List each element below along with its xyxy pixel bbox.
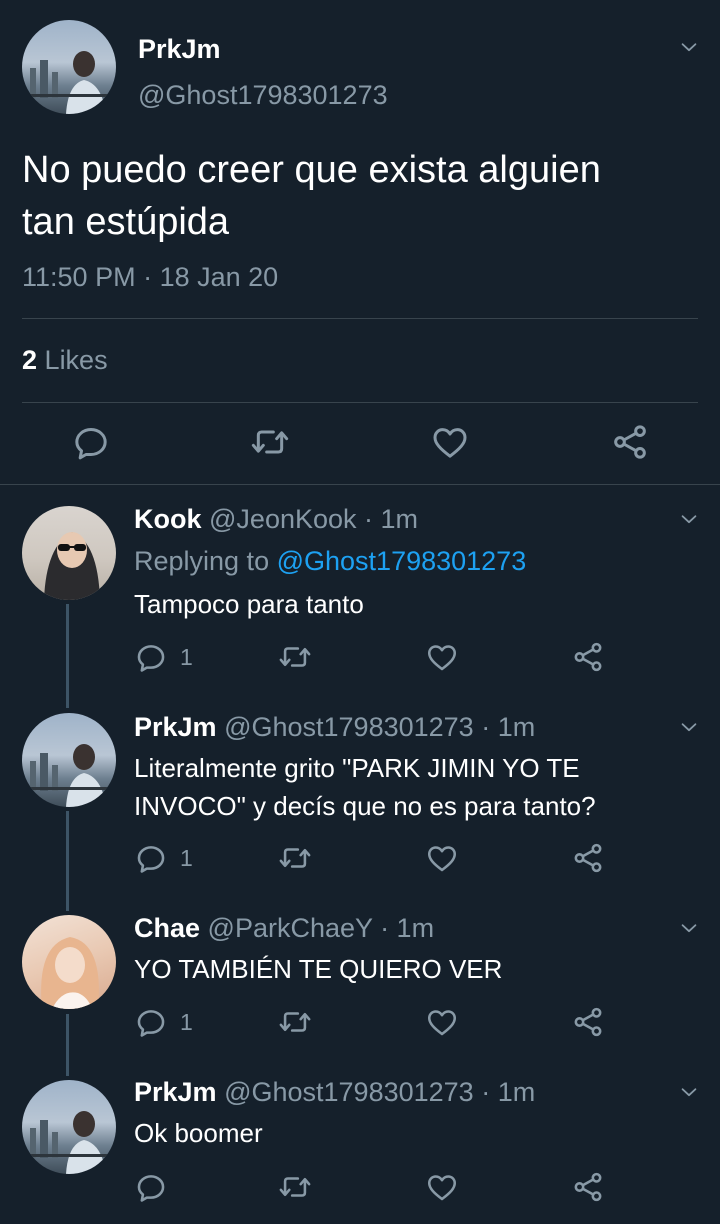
reply-header: Chae @ParkChaeY · 1m — [134, 913, 434, 944]
reply-text-line: Ok boomer — [134, 1118, 263, 1148]
replying-handle-link[interactable]: @Ghost1798301273 — [277, 546, 527, 576]
chevron-down-icon[interactable] — [678, 36, 700, 58]
user-handle[interactable]: @Ghost1798301273 — [224, 1077, 474, 1107]
user-handle[interactable]: @Ghost1798301273 — [224, 712, 474, 742]
tweet-time: 11:50 PM — [22, 262, 136, 292]
display-name[interactable]: PrkJm — [138, 34, 221, 65]
reply-icon[interactable] — [134, 1005, 168, 1039]
reply-time: · 1m — [481, 712, 536, 742]
likes-stat[interactable]: 2 Likes — [22, 345, 108, 376]
thread-line — [66, 604, 69, 708]
likes-count: 2 — [22, 345, 38, 375]
reply-header: PrkJm @Ghost1798301273 · 1m — [134, 712, 535, 743]
thread-line — [66, 1014, 69, 1076]
reply-icon[interactable] — [134, 640, 168, 674]
reply-action[interactable]: 1 — [134, 1005, 193, 1039]
reply-time: · 1m — [380, 913, 435, 943]
tweet-date: 18 Jan 20 — [159, 262, 279, 292]
tweet-timestamp: 11:50 PM · 18 Jan 20 — [22, 262, 278, 293]
share-icon[interactable] — [571, 841, 605, 875]
divider — [22, 318, 698, 319]
reply-action[interactable]: 1 — [134, 640, 193, 674]
heart-icon[interactable] — [425, 1170, 459, 1204]
reply-text-line: INVOCO" y decís que no es para tanto? — [134, 791, 596, 821]
reply-text: Ok boomer — [134, 1114, 674, 1152]
retweet-icon[interactable] — [278, 1005, 312, 1039]
reply-count: 1 — [180, 1008, 193, 1035]
share-icon[interactable] — [571, 1170, 605, 1204]
reply-count: 1 — [180, 844, 193, 871]
tweet-text: No puedo creer que exista alguien tan es… — [22, 144, 702, 248]
share-icon[interactable] — [571, 1005, 605, 1039]
heart-icon[interactable] — [425, 841, 459, 875]
reply-icon[interactable] — [134, 1170, 168, 1204]
display-name[interactable]: PrkJm — [134, 1077, 217, 1107]
reply-time: · 1m — [364, 504, 419, 534]
retweet-icon[interactable] — [278, 640, 312, 674]
reply-header: PrkJm @Ghost1798301273 · 1m — [134, 1077, 535, 1108]
reply-icon[interactable] — [71, 422, 111, 462]
reply-text-line: YO TAMBIÉN TE QUIERO VER — [134, 954, 503, 984]
replying-to: Replying to @Ghost1798301273 — [134, 546, 526, 577]
reply-header: Kook @JeonKook · 1m — [134, 504, 418, 535]
reply-action[interactable]: 1 — [134, 841, 193, 875]
avatar[interactable] — [22, 915, 116, 1009]
retweet-icon[interactable] — [250, 422, 290, 462]
user-handle[interactable]: @ParkChaeY — [208, 913, 373, 943]
reply-time: · 1m — [481, 1077, 536, 1107]
reply-text-line: Tampoco para tanto — [134, 589, 364, 619]
reply-text: Literalmente grito "PARK JIMIN YO TE INV… — [134, 749, 674, 825]
avatar[interactable] — [22, 1080, 116, 1174]
reply-text-line: Literalmente grito "PARK JIMIN YO TE — [134, 753, 580, 783]
heart-icon[interactable] — [425, 640, 459, 674]
user-handle[interactable]: @JeonKook — [209, 504, 357, 534]
retweet-icon[interactable] — [278, 841, 312, 875]
replying-prefix: Replying to — [134, 546, 270, 576]
user-handle[interactable]: @Ghost1798301273 — [138, 80, 388, 111]
divider — [0, 484, 720, 485]
chevron-down-icon[interactable] — [678, 716, 700, 738]
share-icon[interactable] — [610, 422, 650, 462]
avatar[interactable] — [22, 713, 116, 807]
tweet-text-line: No puedo creer que exista alguien — [22, 149, 601, 191]
share-icon[interactable] — [571, 640, 605, 674]
chevron-down-icon[interactable] — [678, 917, 700, 939]
avatar[interactable] — [22, 20, 116, 114]
heart-icon[interactable] — [430, 422, 470, 462]
reply-text: YO TAMBIÉN TE QUIERO VER — [134, 950, 674, 988]
reply-icon[interactable] — [134, 841, 168, 875]
chevron-down-icon[interactable] — [678, 508, 700, 530]
display-name[interactable]: PrkJm — [134, 712, 217, 742]
thread-line — [66, 811, 69, 911]
display-name[interactable]: Kook — [134, 504, 202, 534]
divider — [22, 402, 698, 403]
chevron-down-icon[interactable] — [678, 1081, 700, 1103]
likes-label: Likes — [44, 345, 108, 375]
reply-text: Tampoco para tanto — [134, 585, 674, 623]
avatar[interactable] — [22, 506, 116, 600]
heart-icon[interactable] — [425, 1005, 459, 1039]
display-name[interactable]: Chae — [134, 913, 200, 943]
retweet-icon[interactable] — [278, 1170, 312, 1204]
separator: · — [143, 262, 160, 292]
tweet-text-line: tan estúpida — [22, 201, 230, 243]
reply-count: 1 — [180, 643, 193, 670]
